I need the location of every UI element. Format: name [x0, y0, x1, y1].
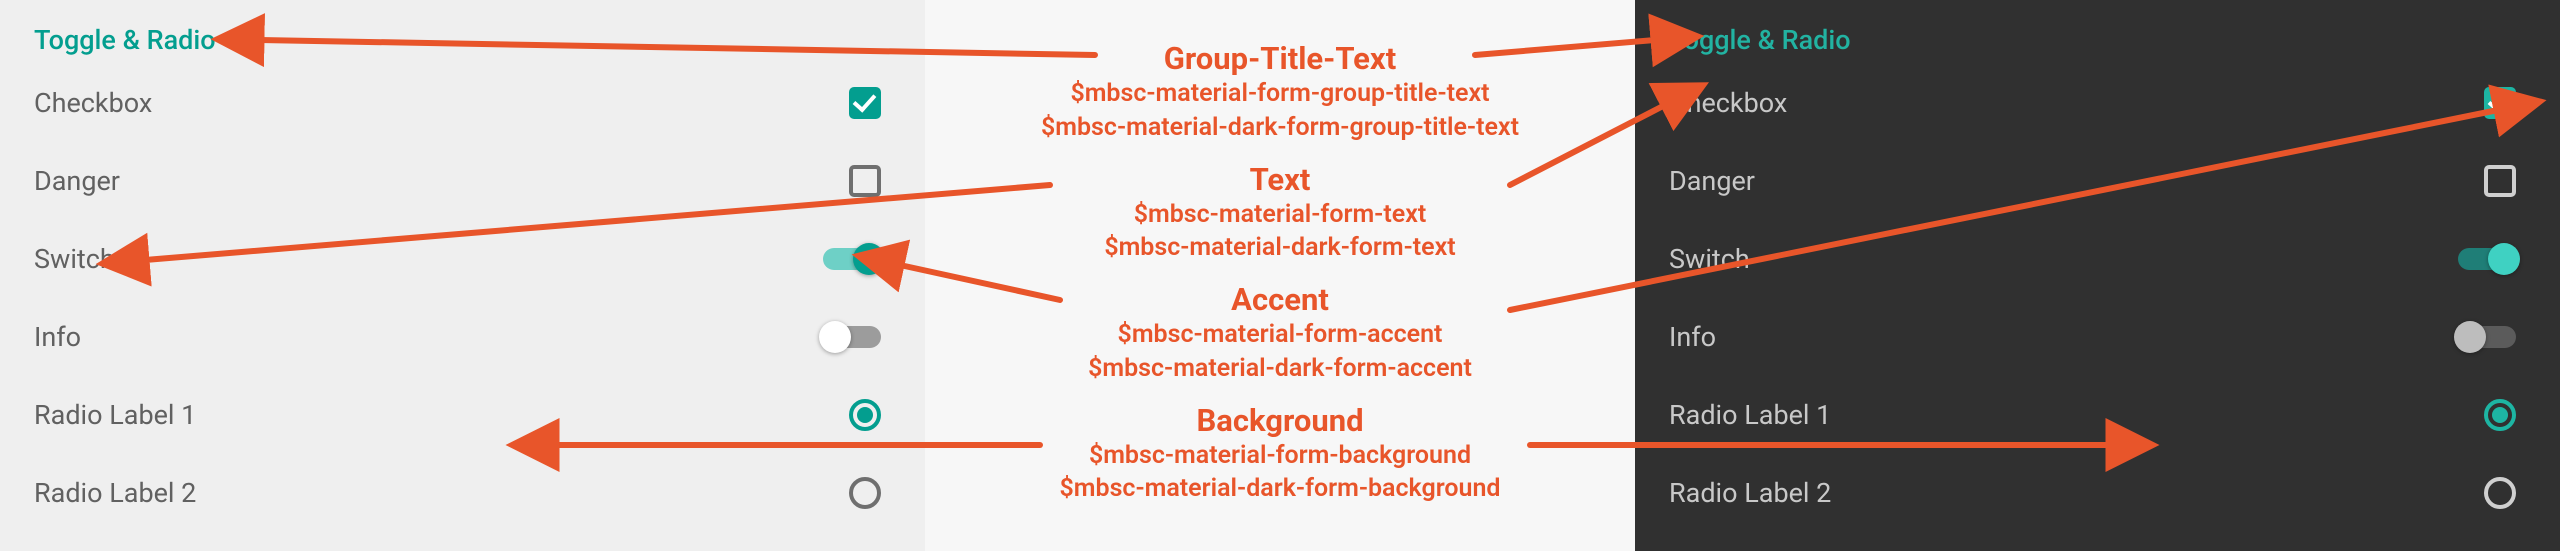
checkbox-unchecked-icon[interactable]: [2484, 165, 2516, 197]
row-info-light: Info: [34, 298, 891, 376]
checkbox-checked-icon[interactable]: [2484, 87, 2516, 119]
checkbox-unchecked-icon[interactable]: [849, 165, 881, 197]
row-radio1-light: Radio Label 1: [34, 376, 891, 454]
legend-title-background: Background: [959, 402, 1601, 439]
row-radio2-dark: Radio Label 2: [1669, 454, 2526, 532]
label-info-dark: Info: [1669, 321, 1716, 353]
row-radio1-dark: Radio Label 1: [1669, 376, 2526, 454]
switch-on-icon[interactable]: [823, 248, 881, 270]
switch-off-icon[interactable]: [823, 326, 881, 348]
label-info-light: Info: [34, 321, 81, 353]
switch-off-icon[interactable]: [2458, 326, 2516, 348]
label-checkbox-light: Checkbox: [34, 87, 152, 119]
legend-title-group-title-text: Group-Title-Text: [959, 40, 1601, 77]
legend-title-accent: Accent: [959, 281, 1601, 318]
row-checkbox-dark: Checkbox: [1669, 64, 2526, 142]
legend-var-group-title-dark: $mbsc-material-dark-form-group-title-tex…: [959, 111, 1601, 145]
row-danger-light: Danger: [34, 142, 891, 220]
legend-var-background-dark: $mbsc-material-dark-form-background: [959, 472, 1601, 506]
label-switch-dark: Switch: [1669, 243, 1750, 275]
label-radio2-light: Radio Label 2: [34, 477, 196, 509]
row-checkbox-light: Checkbox: [34, 64, 891, 142]
legend-var-text-dark: $mbsc-material-dark-form-text: [959, 231, 1601, 265]
label-radio1-dark: Radio Label 1: [1669, 399, 1831, 431]
legend-var-accent-light: $mbsc-material-form-accent: [959, 318, 1601, 352]
radio-unchecked-icon[interactable]: [2484, 477, 2516, 509]
form-panel-light: Toggle & Radio Checkbox Danger Switch In…: [0, 0, 925, 551]
radio-unchecked-icon[interactable]: [849, 477, 881, 509]
checkbox-checked-icon[interactable]: [849, 87, 881, 119]
legend-var-group-title-light: $mbsc-material-form-group-title-text: [959, 77, 1601, 111]
radio-checked-icon[interactable]: [2484, 399, 2516, 431]
label-switch-light: Switch: [34, 243, 115, 275]
legend-var-text-light: $mbsc-material-form-text: [959, 198, 1601, 232]
row-switch-light: Switch: [34, 220, 891, 298]
group-title-dark: Toggle & Radio: [1669, 24, 2526, 56]
form-panel-dark: Toggle & Radio Checkbox Danger Switch In…: [1635, 0, 2560, 551]
legend-var-accent-dark: $mbsc-material-dark-form-accent: [959, 352, 1601, 386]
legend-title-text: Text: [959, 161, 1601, 198]
label-checkbox-dark: Checkbox: [1669, 87, 1787, 119]
group-title-light: Toggle & Radio: [34, 24, 891, 56]
radio-checked-icon[interactable]: [849, 399, 881, 431]
row-info-dark: Info: [1669, 298, 2526, 376]
label-danger-dark: Danger: [1669, 165, 1755, 197]
switch-on-icon[interactable]: [2458, 248, 2516, 270]
label-danger-light: Danger: [34, 165, 120, 197]
label-radio2-dark: Radio Label 2: [1669, 477, 1831, 509]
label-radio1-light: Radio Label 1: [34, 399, 196, 431]
row-radio2-light: Radio Label 2: [34, 454, 891, 532]
row-danger-dark: Danger: [1669, 142, 2526, 220]
legend-var-background-light: $mbsc-material-form-background: [959, 439, 1601, 473]
legend-panel: Group-Title-Text $mbsc-material-form-gro…: [925, 0, 1635, 551]
row-switch-dark: Switch: [1669, 220, 2526, 298]
